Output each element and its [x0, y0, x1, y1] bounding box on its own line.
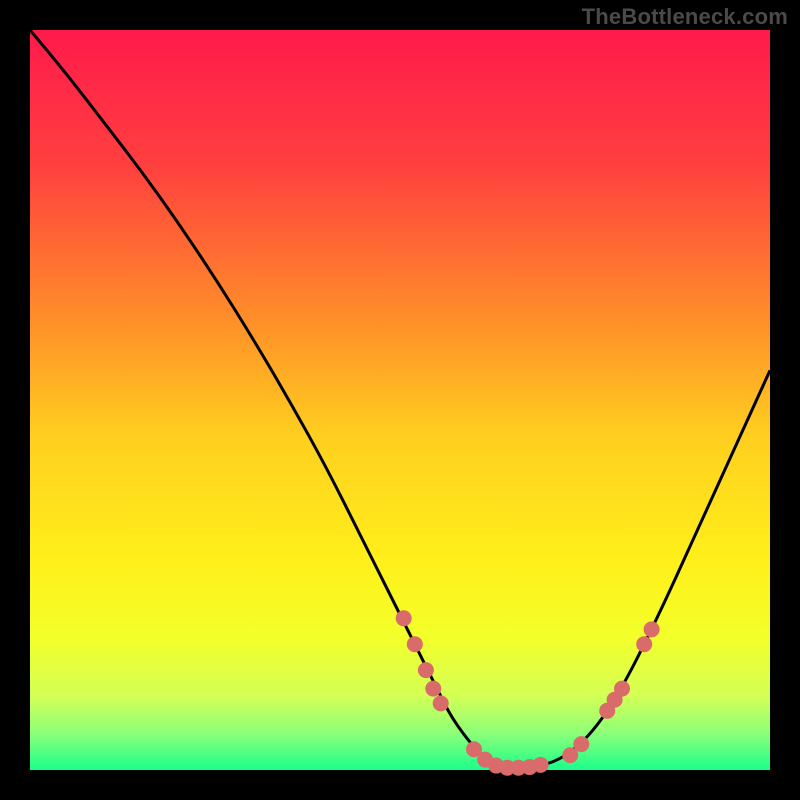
data-point [636, 636, 652, 652]
chart-container: TheBottleneck.com [0, 0, 800, 800]
data-point [425, 681, 441, 697]
data-point [418, 662, 434, 678]
bottleneck-chart [0, 0, 800, 800]
data-point [614, 681, 630, 697]
data-point [644, 621, 660, 637]
data-point [573, 736, 589, 752]
data-point [533, 757, 549, 773]
data-point [407, 636, 423, 652]
data-point [433, 695, 449, 711]
data-point [396, 610, 412, 626]
gradient-background [30, 30, 770, 770]
watermark-label: TheBottleneck.com [582, 4, 788, 30]
